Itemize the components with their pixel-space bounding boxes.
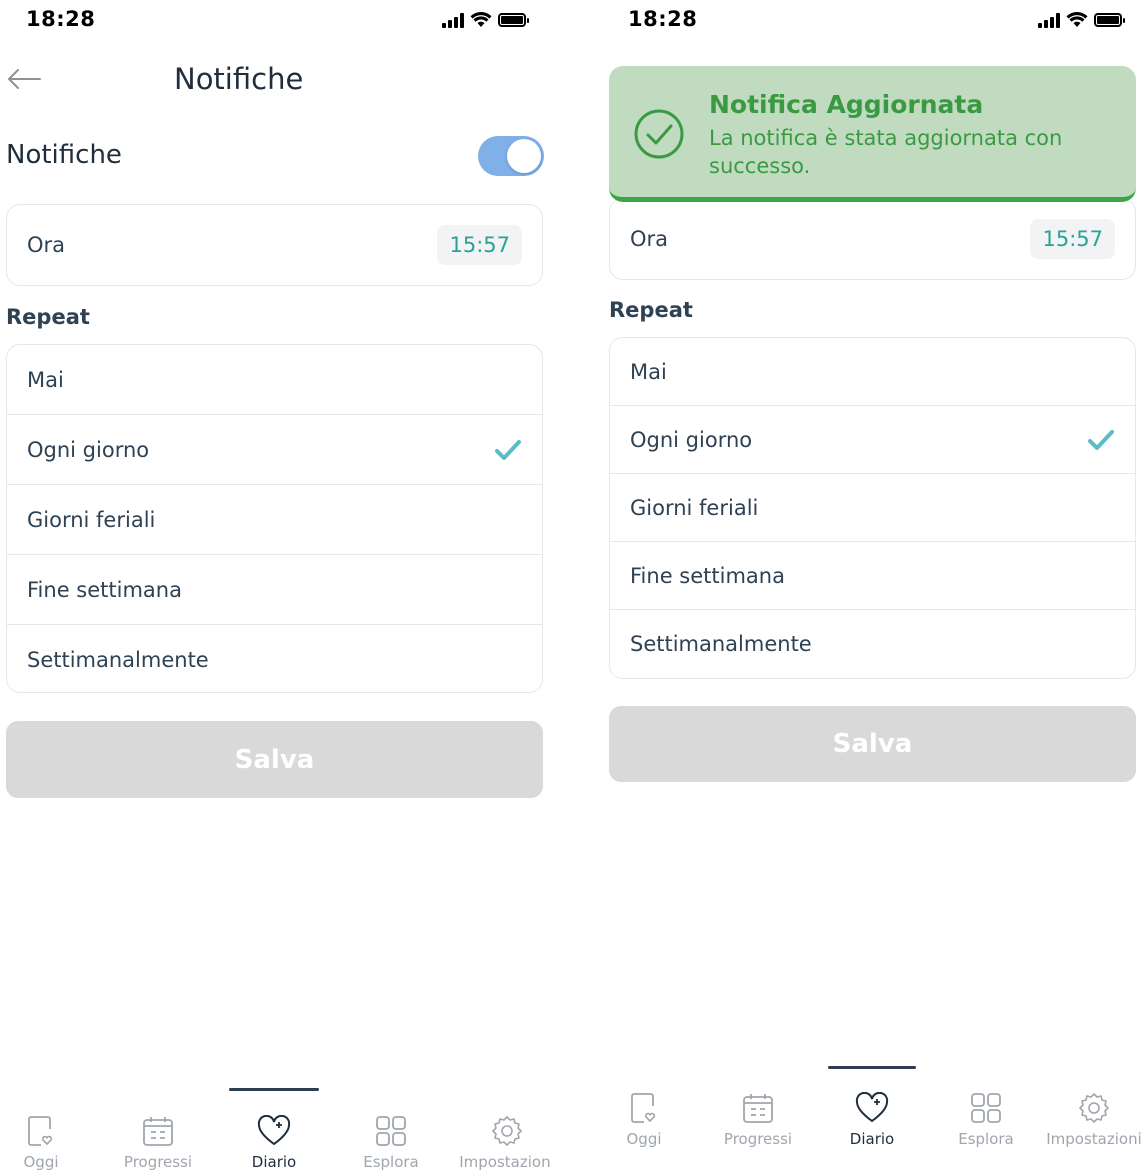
repeat-option-giorni-feriali[interactable]: Giorni feriali — [7, 485, 542, 555]
repeat-options-list: Mai Ogni giorno Giorni feriali Fine sett… — [609, 337, 1136, 679]
battery-icon — [498, 13, 529, 27]
option-label: Settimanalmente — [27, 647, 209, 672]
time-value[interactable]: 15:57 — [1030, 219, 1115, 259]
time-label: Ora — [630, 227, 669, 251]
option-label: Fine settimana — [27, 577, 182, 602]
tab-impostazioni[interactable]: Impostazioni — [1041, 1092, 1147, 1148]
heart-plus-icon — [855, 1092, 889, 1123]
repeat-option-fine-settimana[interactable]: Fine settimana — [7, 555, 542, 625]
repeat-label: Repeat — [609, 298, 693, 322]
option-label: Mai — [630, 359, 667, 384]
option-label: Giorni feriali — [27, 507, 156, 532]
gear-icon — [492, 1116, 522, 1146]
repeat-option-giorni-feriali[interactable]: Giorni feriali — [610, 474, 1135, 542]
back-arrow-icon[interactable] — [6, 62, 46, 96]
heart-plus-icon — [257, 1115, 291, 1146]
save-button[interactable]: Salva — [6, 721, 543, 798]
option-label: Mai — [27, 367, 64, 392]
option-label: Ogni giorno — [27, 437, 150, 462]
save-button[interactable]: Salva — [609, 706, 1136, 782]
option-label: Fine settimana — [630, 563, 785, 588]
screen-after-save: 18:28 Ora 15:57 Notifica Aggiornata La n… — [604, 0, 1148, 1173]
repeat-option-ogni-giorno[interactable]: Ogni giorno — [7, 415, 542, 485]
tab-progressi[interactable]: Progressi — [103, 1115, 213, 1171]
check-circle-icon — [634, 109, 684, 159]
tab-label: Esplora — [958, 1130, 1014, 1148]
option-label: Settimanalmente — [630, 631, 812, 656]
page-title: Notifiche — [174, 62, 304, 96]
notifications-label: Notifiche — [6, 140, 122, 170]
tab-label: Progressi — [123, 1153, 193, 1171]
tab-esplora[interactable]: Esplora — [931, 1092, 1041, 1148]
checkmark-icon — [495, 439, 521, 460]
success-toast[interactable]: Notifica Aggiornata La notifica è stata … — [609, 66, 1136, 202]
repeat-option-fine-settimana[interactable]: Fine settimana — [610, 542, 1135, 610]
tab-diario[interactable]: Diario — [817, 1092, 927, 1148]
tab-label: Esplora — [363, 1153, 419, 1171]
calendar-icon — [743, 1094, 773, 1123]
tab-diario[interactable]: Diario — [219, 1115, 329, 1171]
repeat-option-mai[interactable]: Mai — [610, 338, 1135, 406]
tab-impostazioni[interactable]: Impostazioni — [452, 1115, 550, 1171]
checkmark-icon — [1088, 429, 1114, 450]
notifications-toggle[interactable] — [478, 136, 544, 176]
toast-message: La notifica è stata aggiornata con succe… — [709, 126, 1063, 178]
tab-oggi[interactable]: Oggi — [0, 1115, 96, 1171]
active-tab-indicator — [828, 1066, 916, 1069]
grid-icon — [376, 1116, 406, 1146]
tab-progressi[interactable]: Progressi — [703, 1092, 813, 1148]
document-heart-icon — [28, 1116, 53, 1146]
status-time: 18:28 — [26, 7, 96, 31]
tab-label: Diario — [849, 1130, 895, 1148]
screen-before-save: 18:28 Notifiche Notifiche Ora 15:57 Repe… — [0, 0, 550, 1173]
tab-label: Impostazioni — [1046, 1130, 1142, 1148]
tab-label: Oggi — [626, 1130, 662, 1148]
option-label: Ogni giorno — [630, 427, 753, 452]
wifi-icon — [470, 12, 492, 27]
active-tab-indicator — [229, 1088, 319, 1091]
tab-label: Progressi — [723, 1130, 793, 1148]
repeat-options-list: Mai Ogni giorno Giorni feriali Fine sett… — [6, 344, 543, 693]
tab-label: Oggi — [23, 1153, 59, 1171]
tab-esplora[interactable]: Esplora — [336, 1115, 446, 1171]
cellular-signal-icon — [1038, 12, 1060, 28]
repeat-option-settimanalmente[interactable]: Settimanalmente — [610, 610, 1135, 677]
grid-icon — [971, 1093, 1001, 1123]
tab-label: Impostazioni — [459, 1153, 550, 1171]
option-label: Giorni feriali — [630, 495, 759, 520]
battery-icon — [1094, 13, 1125, 27]
repeat-option-settimanalmente[interactable]: Settimanalmente — [7, 625, 542, 692]
time-value[interactable]: 15:57 — [437, 225, 522, 265]
calendar-icon — [143, 1117, 173, 1146]
status-icons — [1038, 12, 1125, 28]
status-icons — [442, 12, 529, 28]
time-card[interactable]: Ora 15:57 — [6, 204, 543, 286]
time-label: Ora — [27, 233, 66, 257]
tab-oggi[interactable]: Oggi — [604, 1092, 699, 1148]
tab-label: Diario — [251, 1153, 297, 1171]
toast-title: Notifica Aggiornata — [709, 90, 984, 119]
repeat-option-mai[interactable]: Mai — [7, 345, 542, 415]
status-time: 18:28 — [628, 7, 698, 31]
toggle-knob — [507, 139, 541, 173]
document-heart-icon — [631, 1093, 656, 1123]
cellular-signal-icon — [442, 12, 464, 28]
time-card[interactable]: Ora 15:57 — [609, 198, 1136, 280]
repeat-option-ogni-giorno[interactable]: Ogni giorno — [610, 406, 1135, 474]
repeat-label: Repeat — [6, 305, 90, 329]
wifi-icon — [1066, 12, 1088, 27]
gear-icon — [1079, 1093, 1109, 1123]
